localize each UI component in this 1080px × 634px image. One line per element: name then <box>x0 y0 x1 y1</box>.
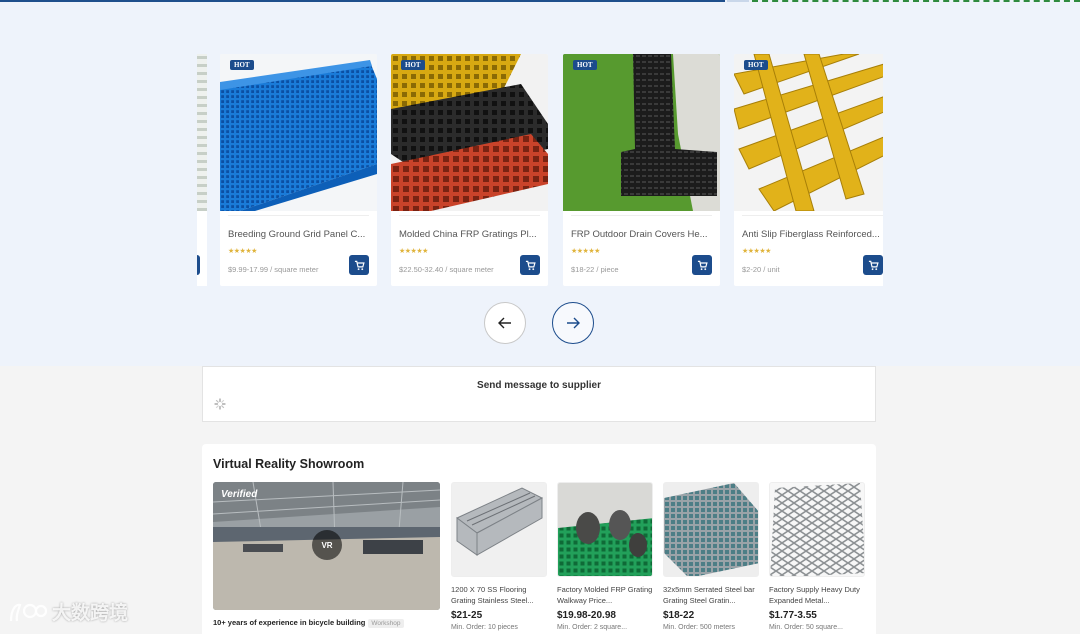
add-to-cart-button[interactable] <box>349 255 369 275</box>
add-to-cart-button[interactable] <box>692 255 712 275</box>
product-name[interactable]: 1200 X 70 SS Flooring Grating Stainless … <box>451 584 547 606</box>
product-title[interactable]: Breeding Ground Grid Panel C... <box>228 229 369 240</box>
arrow-left-icon <box>498 317 511 329</box>
section-heading: Virtual Reality Showroom <box>213 457 365 471</box>
product-image[interactable]: HOT <box>220 54 377 211</box>
product-price: $9.99-17.99 / square meter <box>228 265 319 274</box>
product-price: $2-20 / unit <box>742 265 780 274</box>
product-image[interactable] <box>451 482 547 577</box>
product-price: $19.98-20.98 <box>557 610 616 621</box>
vr-product-card[interactable]: Factory Supply Heavy Duty Expanded Metal… <box>769 482 865 631</box>
product-image[interactable] <box>557 482 653 577</box>
vr-product-card[interactable]: Factory Molded FRP Grating Walkway Price… <box>557 482 653 631</box>
verified-badge: Verified <box>221 489 258 500</box>
send-message-panel: Send message to supplier <box>202 366 876 422</box>
workshop-tag: Workshop <box>368 619 404 628</box>
product-name[interactable]: 32x5mm Serrated Steel bar Grating Steel … <box>663 584 759 606</box>
product-title[interactable]: FRP Outdoor Drain Covers He... <box>571 229 712 240</box>
hot-badge: HOT <box>230 60 254 70</box>
vr-product-card[interactable]: 1200 X 70 SS Flooring Grating Stainless … <box>451 482 547 631</box>
product-card[interactable]: HOT Breeding Ground Grid Panel C... ★★★★… <box>220 54 377 286</box>
loading-spinner-icon <box>214 398 226 410</box>
product-name[interactable]: Factory Molded FRP Grating Walkway Price… <box>557 584 653 606</box>
cart-icon <box>697 260 708 270</box>
arrow-right-icon <box>567 317 580 329</box>
product-image[interactable] <box>663 482 759 577</box>
min-order: Min. Order: 50 square... <box>769 624 843 631</box>
product-image[interactable]: HOT <box>563 54 720 211</box>
product-title[interactable]: Anti Slip Fiberglass Reinforced... <box>742 229 883 240</box>
watermark-logo-icon <box>9 603 48 621</box>
product-price: $21-25 <box>451 610 483 621</box>
vr-tour-image[interactable]: Verified VR <box>213 482 440 610</box>
product-card[interactable]: HOT FRP Outdoor Drain Covers He... ★★★★★… <box>563 54 720 286</box>
rating-stars: ★★★★★ <box>571 248 600 255</box>
add-to-cart-button[interactable] <box>863 255 883 275</box>
cart-icon <box>354 260 365 270</box>
product-image[interactable]: HOT <box>734 54 883 211</box>
product-price: $18-22 <box>663 610 695 621</box>
vr-showroom-section: Virtual Reality Showroom Verified VR 10+… <box>202 444 876 634</box>
rating-stars: ★★★★★ <box>399 248 428 255</box>
hot-badge: HOT <box>744 60 768 70</box>
product-card[interactable]: HOT Molded China FRP Gratings Pl... ★★★★… <box>391 54 548 286</box>
rating-stars: ★★★★★ <box>742 248 771 255</box>
product-name[interactable]: Factory Supply Heavy Duty Expanded Metal… <box>769 584 865 606</box>
min-order: Min. Order: 10 pieces <box>451 624 518 631</box>
vr-caption-text: 10+ years of experience in bicycle build… <box>213 618 366 627</box>
hot-badge: HOT <box>401 60 425 70</box>
product-price: $22.50-32.40 / square meter <box>399 265 494 274</box>
cart-icon <box>525 260 536 270</box>
product-price: $1.77-3.55 <box>769 610 817 621</box>
carousel-next-button[interactable] <box>552 302 594 344</box>
carousel-prev-button[interactable] <box>484 302 526 344</box>
vr-caption: 10+ years of experience in bicycle build… <box>213 618 404 628</box>
product-image[interactable] <box>769 482 865 577</box>
cart-icon <box>868 260 879 270</box>
hot-badge: HOT <box>573 60 597 70</box>
product-carousel: HOT Breeding Ground Grid Panel C... ★★★★… <box>197 54 883 286</box>
add-to-cart-button[interactable] <box>520 255 540 275</box>
product-price: $18-22 / piece <box>571 265 619 274</box>
min-order: Min. Order: 2 square... <box>557 624 628 631</box>
watermark-text: 大数跨境 <box>52 603 129 624</box>
rating-stars: ★★★★★ <box>228 248 257 255</box>
vr-product-card[interactable]: 32x5mm Serrated Steel bar Grating Steel … <box>663 482 759 631</box>
min-order: Min. Order: 500 meters <box>663 624 735 631</box>
vr-360-icon[interactable]: VR <box>312 530 342 560</box>
product-title[interactable]: Molded China FRP Gratings Pl... <box>399 229 540 240</box>
send-message-label[interactable]: Send message to supplier <box>203 380 875 391</box>
page-progress-bar <box>0 0 1080 3</box>
product-card[interactable]: HOT Anti Slip Fiberglass Reinforced... ★… <box>734 54 883 286</box>
watermark: 大数跨境 <box>8 598 128 625</box>
product-image[interactable]: HOT <box>391 54 548 211</box>
